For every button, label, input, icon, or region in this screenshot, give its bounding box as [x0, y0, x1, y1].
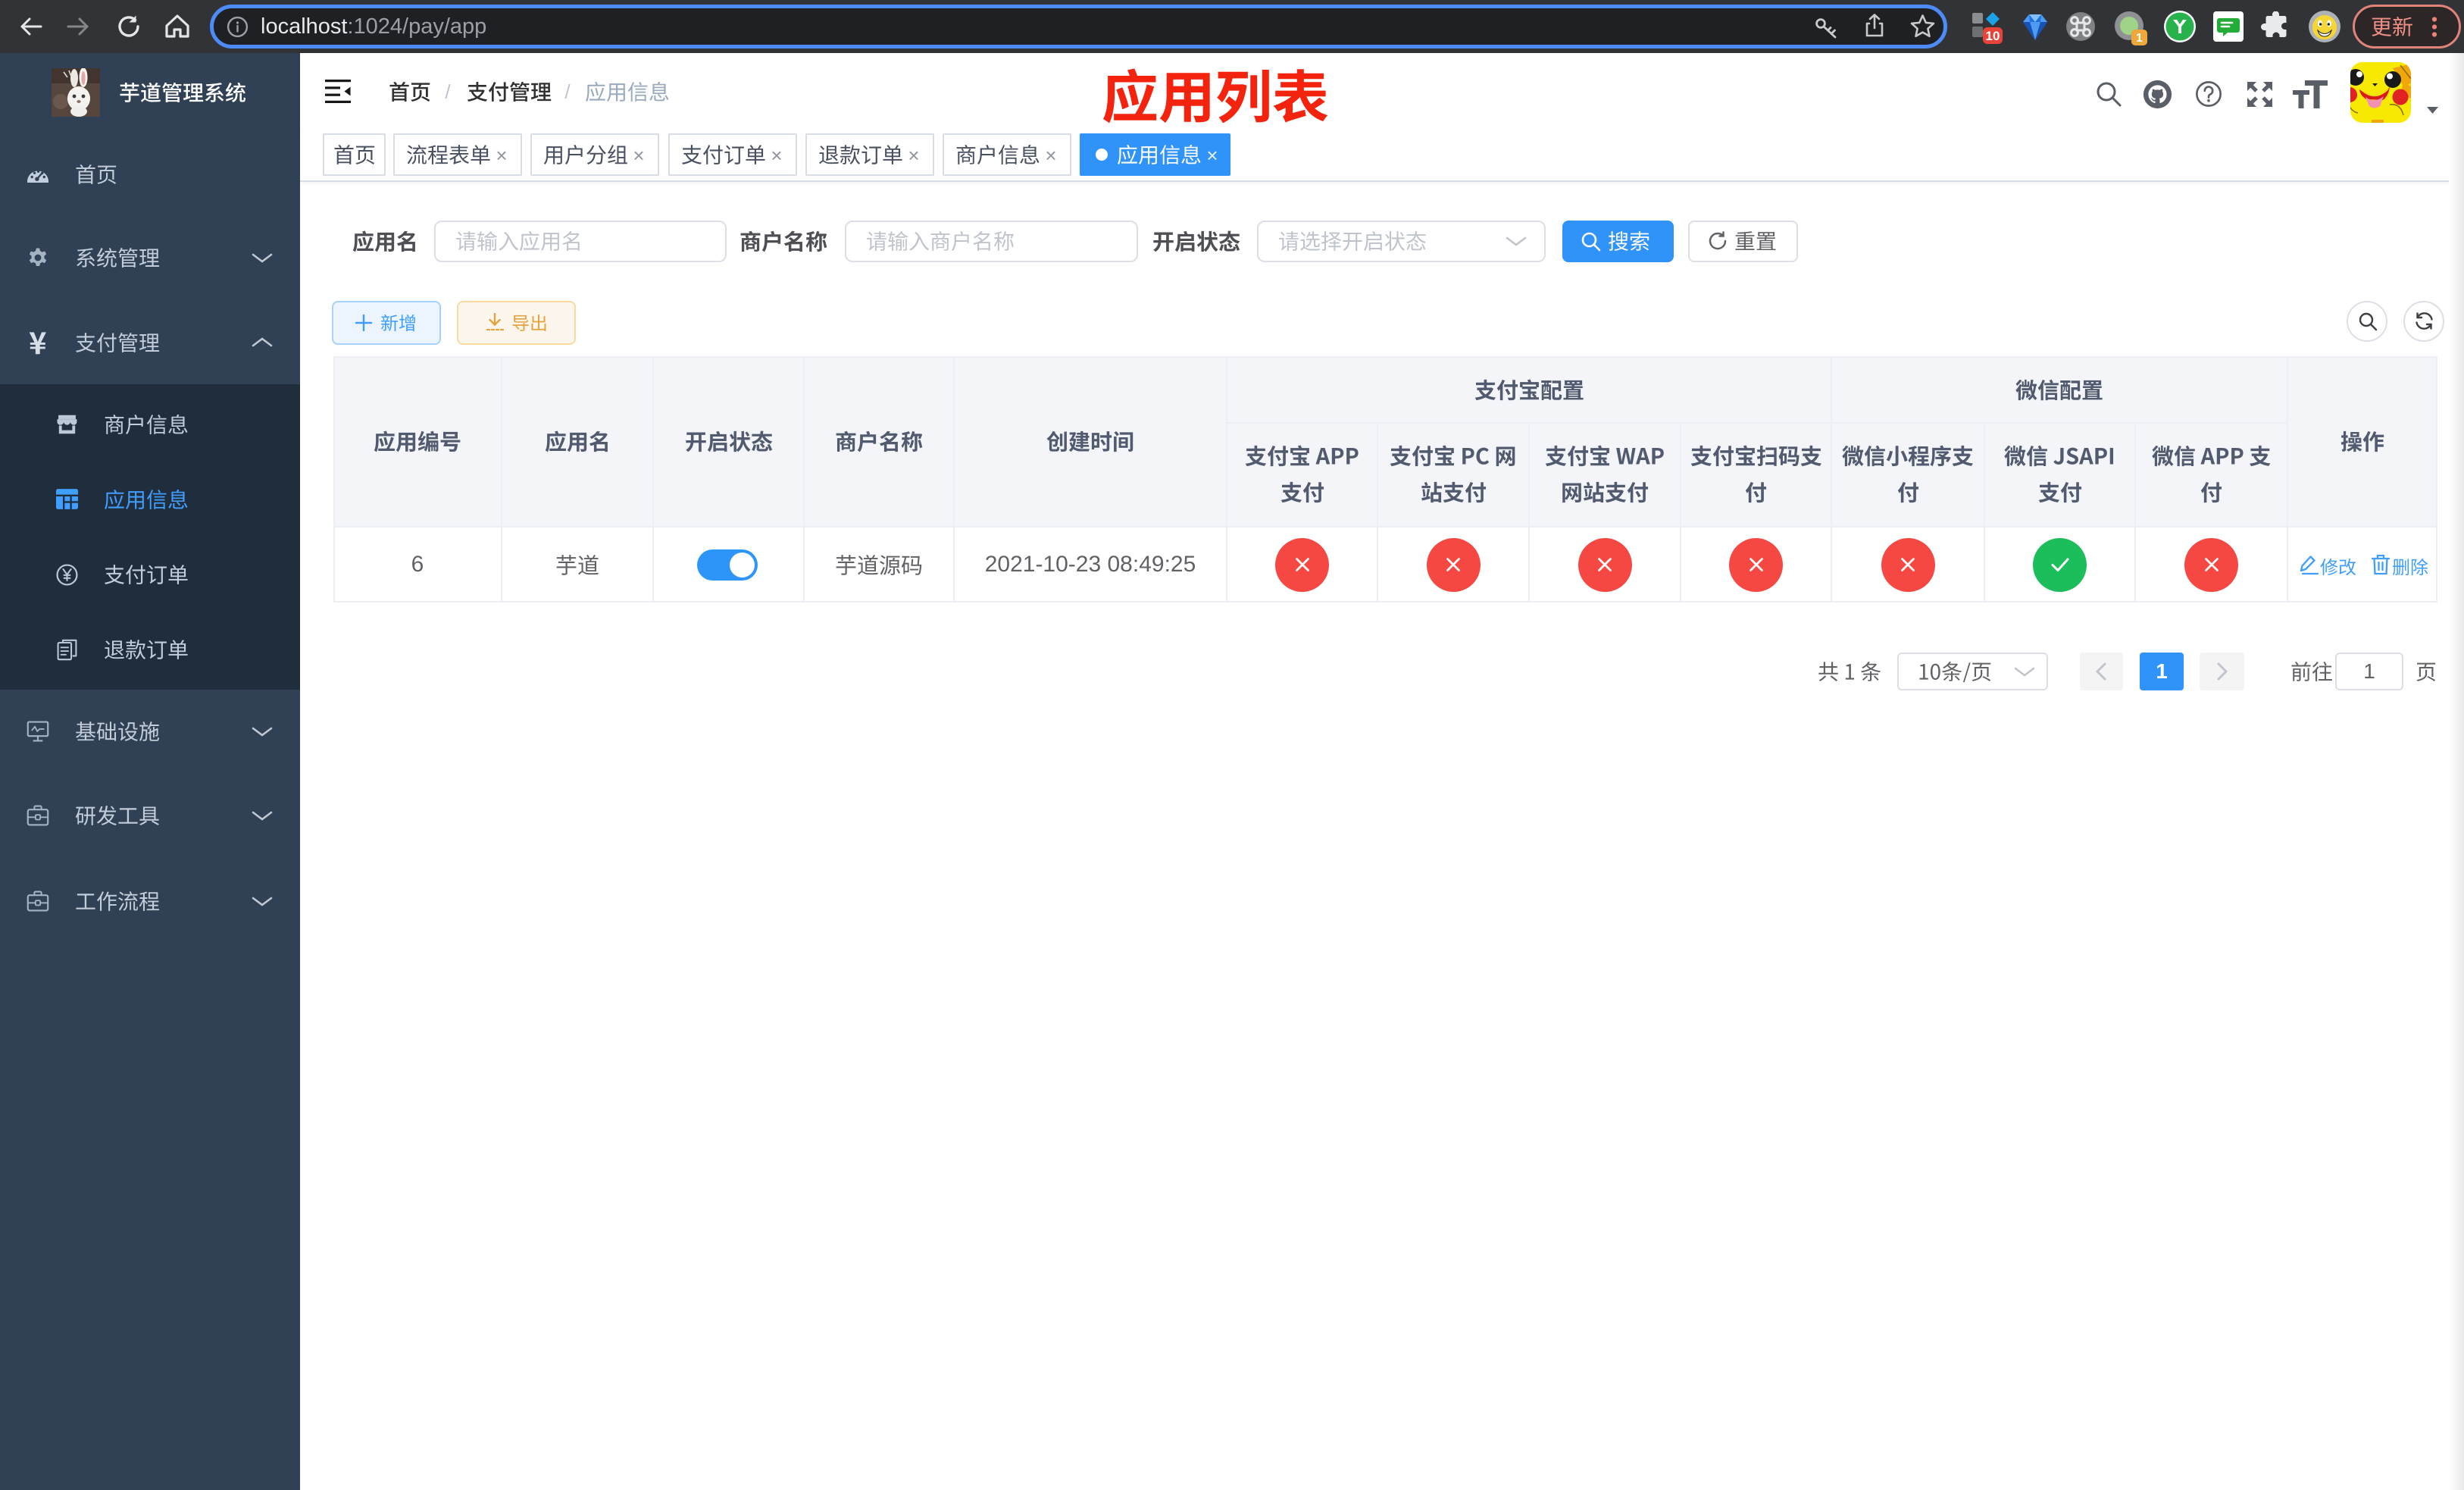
svg-text:10: 10: [1986, 29, 2000, 43]
svg-text:1: 1: [2136, 32, 2143, 45]
